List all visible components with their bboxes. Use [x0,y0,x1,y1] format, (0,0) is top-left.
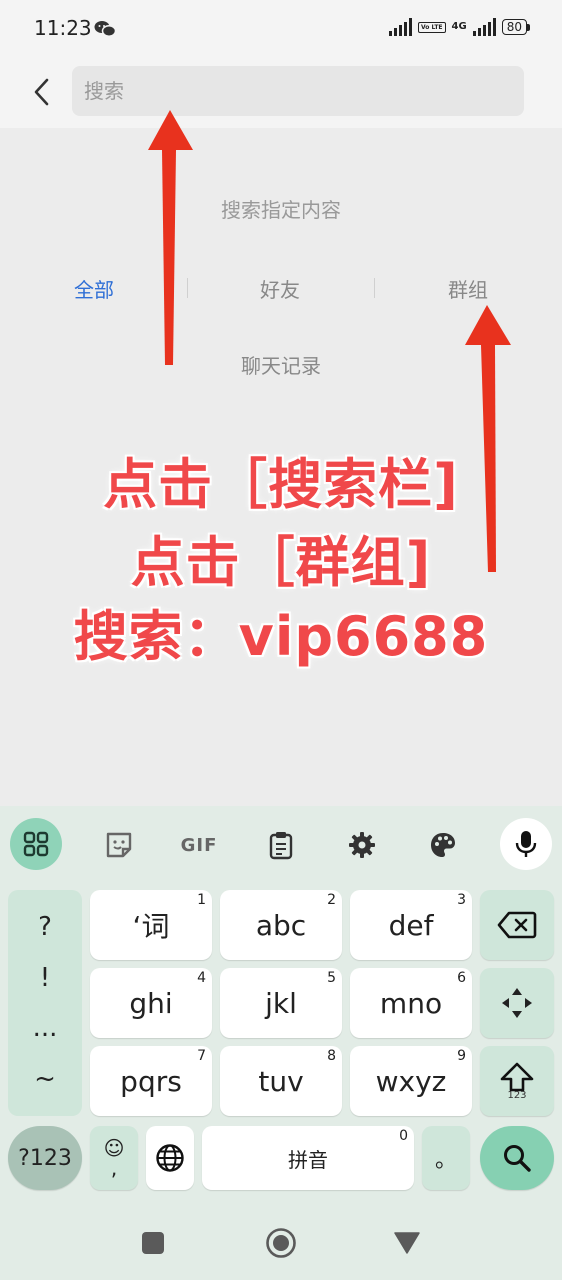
home-circle-icon [266,1228,296,1258]
overlay-instruction-3: 搜索：vip6688 [73,605,489,668]
overlay-instruction-1: 点击［搜索栏] [103,453,459,516]
sticker-icon [106,832,132,858]
keyboard-apps-button[interactable] [10,818,62,870]
keyboard [0,806,562,1280]
gear-icon [349,832,375,858]
key-4[interactable]: ghi 4 [90,968,212,1038]
nav-back-button[interactable] [394,1232,420,1258]
settings-button[interactable] [337,820,387,870]
key-7[interactable]: pqrs 7 [90,1046,212,1116]
key-9[interactable]: wxyz 9 [350,1046,472,1116]
move-arrows-icon [502,988,532,1018]
nav-recents-button[interactable] [142,1232,164,1254]
key-3[interactable]: def 3 [350,890,472,960]
key-1[interactable]: ‘词 1 [90,890,212,960]
punct-question[interactable]: ? [38,914,52,940]
search-icon [504,1145,531,1172]
key-5[interactable]: jkl 5 [220,968,342,1038]
arrow-up-icon [148,110,193,365]
comma-label: , [110,1156,118,1180]
gif-label: GIF [180,834,218,856]
space-key[interactable]: 拼音 0 [202,1126,414,1190]
key-6[interactable]: mno 6 [350,968,472,1038]
search-key[interactable] [480,1126,554,1190]
sticker-button[interactable] [94,820,144,870]
space-label: 拼音 [288,1147,328,1172]
backspace-key[interactable] [480,890,554,960]
punct-exclamation[interactable]: ! [40,965,50,991]
microphone-icon [515,831,537,857]
shift-sub-label: 123 [507,1089,527,1101]
key-2[interactable]: abc 2 [220,890,342,960]
shift-key[interactable]: 123 [480,1046,554,1116]
symbols-mode-key[interactable]: ?123 [8,1126,82,1190]
period-key[interactable]: 。 [422,1126,470,1190]
overlay-instruction-2: 点击［群组] [130,531,432,594]
triangle-down-icon [394,1232,420,1254]
punctuation-column[interactable]: ? ! ... ~ [8,890,82,1116]
backspace-icon [497,911,537,939]
shift-arrow-icon [500,1062,534,1091]
theme-button[interactable] [418,820,468,870]
emoji-comma-key[interactable]: ☺ , [90,1126,138,1190]
emoji-icon: ☺ [103,1136,125,1160]
clipboard-button[interactable] [256,820,306,870]
annotation-arrows [148,110,511,572]
punct-ellipsis[interactable]: ... [33,1015,58,1041]
clipboard-icon [269,832,293,860]
cursor-move-key[interactable] [480,968,554,1038]
globe-icon [156,1144,184,1172]
space-num: 0 [399,1128,408,1144]
nav-home-button[interactable] [265,1227,297,1259]
punct-tilde[interactable]: ~ [34,1066,56,1092]
grid-icon [23,831,49,857]
palette-icon [431,833,455,857]
key-8[interactable]: tuv 8 [220,1046,342,1116]
gif-button[interactable]: GIF [174,820,224,870]
language-switch-key[interactable] [146,1126,194,1190]
voice-input-button[interactable] [500,818,552,870]
